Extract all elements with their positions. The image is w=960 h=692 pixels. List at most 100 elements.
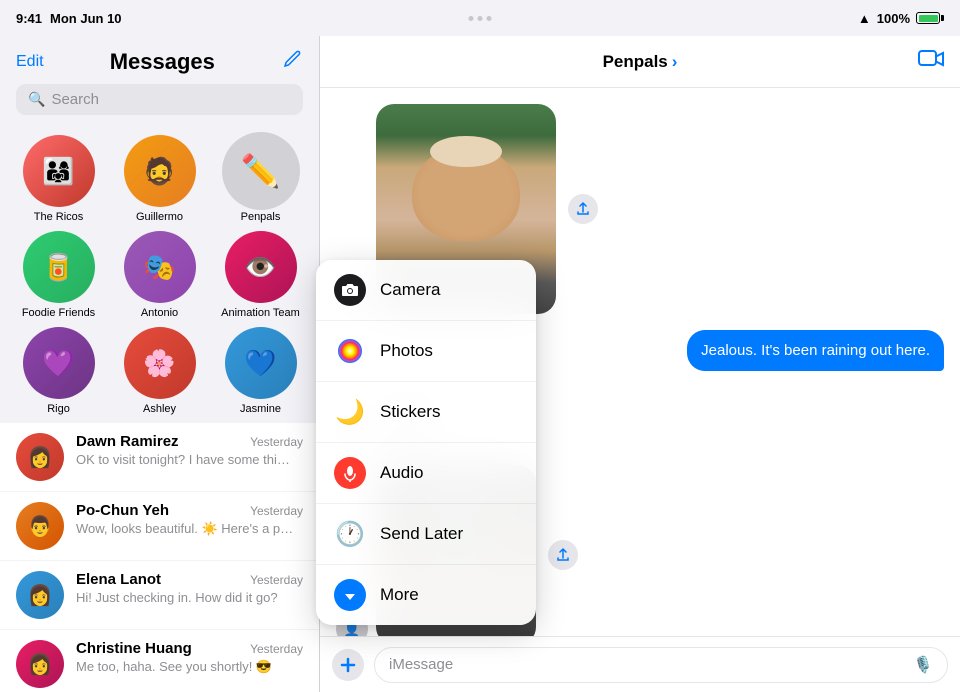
popup-label-send-later: Send Later [380,524,463,544]
edit-button[interactable]: Edit [16,53,44,71]
popup-item-send-later[interactable]: 🕐 Send Later [316,504,536,565]
popup-item-more[interactable]: More [316,565,536,625]
pinned-item-animation[interactable]: 👁️ Animation Team [217,231,305,319]
popup-item-photos[interactable]: Photos [316,321,536,382]
sidebar: Edit Messages 🔍 Search 👨‍👩‍👧 [0,36,320,692]
status-time: 9:41 [16,11,42,26]
status-bar: 9:41 Mon Jun 10 ▲ 100% [0,0,960,36]
chat-item-elena[interactable]: 👩 Elena Lanot Yesterday Hi! Just checkin… [0,561,319,630]
search-icon: 🔍 [28,91,45,108]
chat-main-title[interactable]: Penpals › [603,52,678,72]
avatar-animation: 👁️ [225,231,297,303]
audio-icon [334,457,366,489]
chat-content-po: Po-Chun Yeh Yesterday Wow, looks beautif… [76,502,303,537]
sidebar-title-row: Edit Messages [16,48,303,76]
avatar-christine: 👩 [16,640,64,688]
chat-item-dawn[interactable]: 👩 Dawn Ramirez Yesterday OK to visit ton… [0,423,319,492]
avatar-rigo: 💜 [23,327,95,399]
pinned-row-2: 🥫 Foodie Friends 🎭 Antonio 👁️ Anim [0,227,319,323]
chat-time-dawn: Yesterday [250,435,303,449]
status-bar-left: 9:41 Mon Jun 10 [16,11,122,26]
camera-icon [334,274,366,306]
pinned-contacts: 👨‍👩‍👧 The Ricos 🧔 Guillermo ✏️ Pe [0,123,319,423]
photos-icon [334,335,366,367]
pinned-item-foodie[interactable]: 🥫 Foodie Friends [15,231,103,319]
chat-main-header: Penpals › [320,36,960,88]
chat-preview-dawn: OK to visit tonight? I have some things … [76,452,296,467]
compose-button[interactable] [281,48,303,76]
chat-time-elena: Yesterday [250,573,303,587]
stickers-icon: 🌙 [334,396,366,428]
dot-3 [487,16,492,21]
chat-content-christine: Christine Huang Yesterday Me too, haha. … [76,640,303,675]
status-bar-right: ▲ 100% [858,11,944,26]
video-call-button[interactable] [918,49,944,75]
more-icon [334,579,366,611]
chat-preview-elena: Hi! Just checking in. How did it go? [76,590,296,605]
avatar-foodie: 🥫 [23,231,95,303]
chat-name-christine: Christine Huang [76,640,192,657]
chat-content-elena: Elena Lanot Yesterday Hi! Just checking … [76,571,303,605]
avatar-guillermo: 🧔 [124,135,196,207]
label-penpals: Penpals [241,211,281,223]
sidebar-title: Messages [44,49,281,75]
sidebar-header: Edit Messages 🔍 Search [0,36,319,123]
share-button-2[interactable] [548,540,578,570]
popup-label-stickers: Stickers [380,402,440,422]
chat-title-chevron: › [672,52,678,72]
pinned-row-3: 💜 Rigo 🌸 Ashley 💙 Jasmine [0,323,319,419]
bubble-outgoing-1: Jealous. It's been raining out here. [687,330,944,371]
avatar-po: 👨 [16,502,64,550]
chat-name-po: Po-Chun Yeh [76,502,169,519]
pinned-item-ricos[interactable]: 👨‍👩‍👧 The Ricos [15,135,103,223]
popup-label-photos: Photos [380,341,433,361]
popup-label-audio: Audio [380,463,423,483]
chat-item-christine[interactable]: 👩 Christine Huang Yesterday Me too, haha… [0,630,319,692]
chat-list: 👩 Dawn Ramirez Yesterday OK to visit ton… [0,423,319,692]
chat-item-po[interactable]: 👨 Po-Chun Yeh Yesterday Wow, looks beaut… [0,492,319,561]
status-bar-dots [469,0,492,36]
dot-1 [469,16,474,21]
battery-icon [916,12,944,24]
popup-item-camera[interactable]: Camera [316,260,536,321]
label-animation: Animation Team [221,307,300,319]
chat-title-text: Penpals [603,52,668,72]
pinned-item-ashley[interactable]: 🌸 Ashley [116,327,204,415]
avatar-antonio: 🎭 [124,231,196,303]
chat-time-po: Yesterday [250,504,303,518]
label-guillermo: Guillermo [136,211,183,223]
label-ashley: Ashley [143,403,176,415]
wifi-icon: ▲ [858,11,871,26]
imessage-placeholder: iMessage [389,656,453,673]
label-rigo: Rigo [47,403,70,415]
popup-label-more: More [380,585,419,605]
popup-menu: Camera Photos 🌙 St [316,260,536,625]
chat-content-dawn: Dawn Ramirez Yesterday OK to visit tonig… [76,433,303,467]
mic-button[interactable]: 🎙️ [913,655,933,675]
search-bar[interactable]: 🔍 Search [16,84,303,115]
plus-button[interactable] [332,649,364,681]
chat-time-christine: Yesterday [250,642,303,656]
input-bar: iMessage 🎙️ [320,636,960,692]
pinned-item-jasmine[interactable]: 💙 Jasmine [217,327,305,415]
imessage-input[interactable]: iMessage 🎙️ [374,647,948,683]
pinned-row-1: 👨‍👩‍👧 The Ricos 🧔 Guillermo ✏️ Pe [0,131,319,227]
pinned-item-antonio[interactable]: 🎭 Antonio [116,231,204,319]
chat-name-dawn: Dawn Ramirez [76,433,179,450]
chat-preview-po: Wow, looks beautiful. ☀️ Here's a photo … [76,521,296,537]
label-antonio: Antonio [141,307,178,319]
pinned-item-penpals[interactable]: ✏️ Penpals [217,135,305,223]
avatar-ricos: 👨‍👩‍👧 [23,135,95,207]
dot-2 [478,16,483,21]
popup-item-audio[interactable]: Audio [316,443,536,504]
label-jasmine: Jasmine [240,403,281,415]
popup-item-stickers[interactable]: 🌙 Stickers [316,382,536,443]
label-ricos: The Ricos [34,211,84,223]
share-button-1[interactable] [568,194,598,224]
label-foodie: Foodie Friends [22,307,95,319]
pinned-item-guillermo[interactable]: 🧔 Guillermo [116,135,204,223]
send-later-icon: 🕐 [334,518,366,550]
pinned-item-rigo[interactable]: 💜 Rigo [15,327,103,415]
avatar-elena: 👩 [16,571,64,619]
avatar-ashley: 🌸 [124,327,196,399]
